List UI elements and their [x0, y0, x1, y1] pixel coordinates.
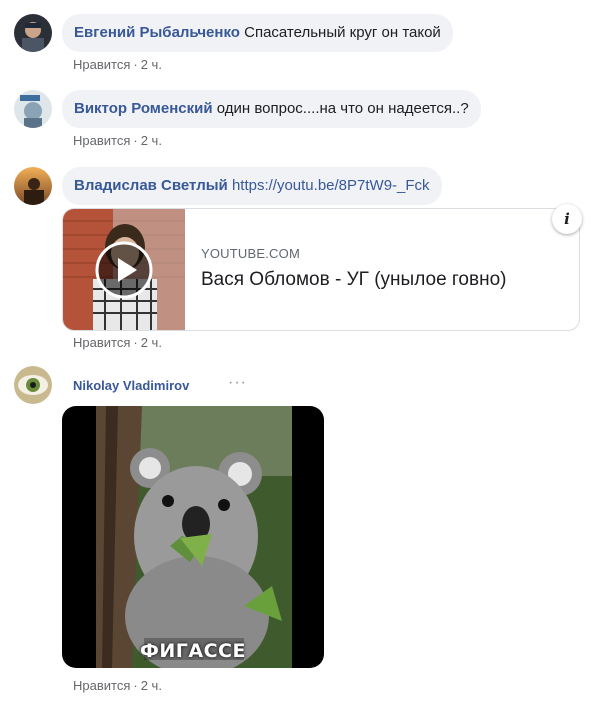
- image-caption: ФИГАССЕ: [140, 640, 246, 662]
- comment-author[interactable]: Nikolay Vladimirov: [73, 378, 189, 393]
- avatar[interactable]: [14, 366, 52, 404]
- avatar[interactable]: [14, 90, 52, 128]
- comment-author[interactable]: Владислав Светлый: [74, 177, 228, 194]
- comment-link[interactable]: https://youtu.be/8P7tW9-_Fck: [232, 177, 430, 194]
- preview-title[interactable]: Вася Обломов - УГ (унылое говно): [201, 269, 506, 291]
- like-link[interactable]: Нравится: [73, 133, 130, 148]
- timestamp[interactable]: 2 ч.: [141, 678, 162, 693]
- comment-author[interactable]: Евгений Рыбальченко: [74, 24, 240, 41]
- separator: ·: [133, 57, 138, 72]
- timestamp[interactable]: 2 ч.: [141, 133, 162, 148]
- video-thumbnail[interactable]: [63, 209, 185, 330]
- comment-actions: Нравится · 2 ч.: [73, 335, 162, 350]
- comment-text: Спасательный круг он такой: [244, 24, 441, 41]
- link-preview-card[interactable]: YOUTUBE.COM Вася Обломов - УГ (унылое го…: [62, 208, 580, 331]
- comment-actions: Нравится · 2 ч.: [73, 57, 162, 72]
- comment-author[interactable]: Виктор Роменский: [74, 100, 213, 117]
- comment-bubble: Владислав Светлый https://youtu.be/8P7tW…: [62, 167, 442, 205]
- like-link[interactable]: Нравится: [73, 57, 130, 72]
- preview-domain: YOUTUBE.COM: [201, 246, 300, 261]
- avatar[interactable]: [14, 14, 52, 52]
- avatar[interactable]: [14, 167, 52, 205]
- comment-image[interactable]: ФИГАССЕ: [62, 406, 324, 668]
- like-link[interactable]: Нравится: [73, 678, 130, 693]
- comment-bubble: Виктор Роменский один вопрос....на что о…: [62, 90, 481, 128]
- comment-actions: Нравится · 2 ч.: [73, 133, 162, 148]
- separator: ·: [133, 678, 138, 693]
- like-link[interactable]: Нравится: [73, 335, 130, 350]
- info-icon[interactable]: i: [552, 204, 582, 234]
- comment-actions: Нравится · 2 ч.: [73, 678, 162, 693]
- play-icon[interactable]: [95, 241, 153, 299]
- timestamp[interactable]: 2 ч.: [141, 335, 162, 350]
- separator: ·: [133, 335, 138, 350]
- more-options-icon[interactable]: ···: [228, 374, 247, 392]
- comment-text: один вопрос....на что он надеется..?: [216, 100, 469, 117]
- separator: ·: [133, 133, 138, 148]
- comment-bubble: Евгений Рыбальченко Спасательный круг он…: [62, 14, 453, 52]
- timestamp[interactable]: 2 ч.: [141, 57, 162, 72]
